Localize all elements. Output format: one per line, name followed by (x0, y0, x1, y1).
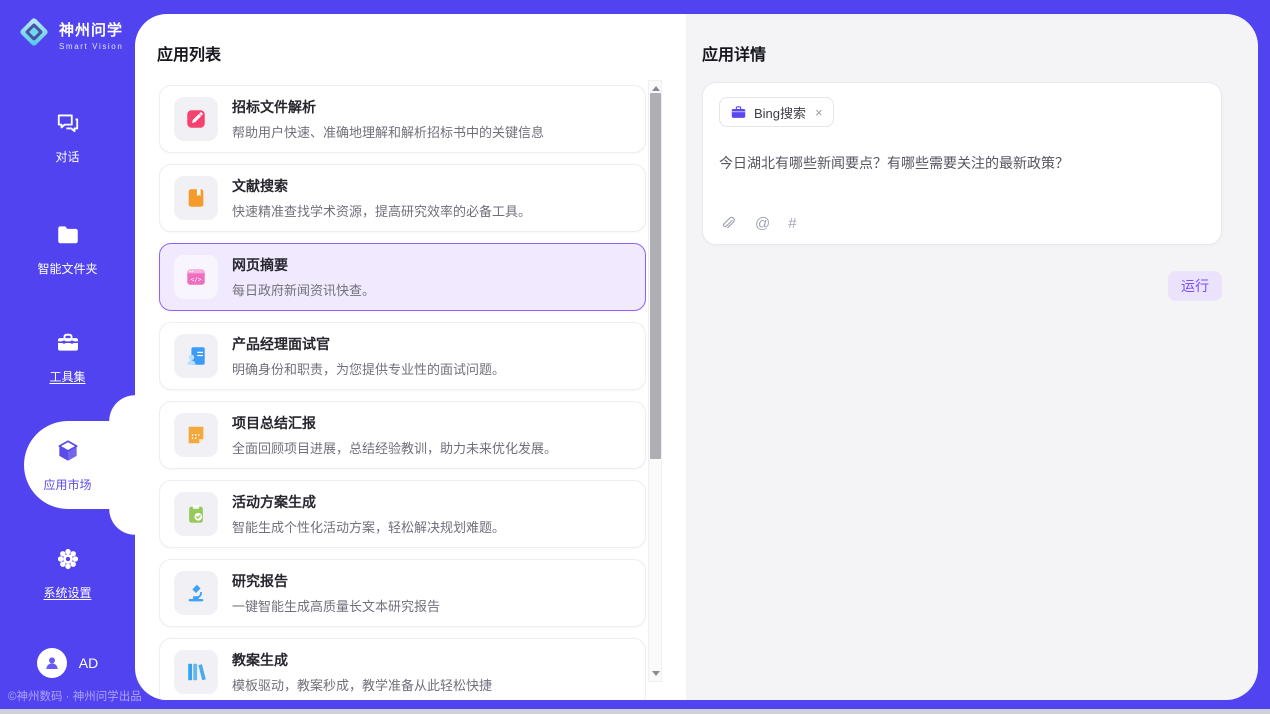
tool-tag-bing-search[interactable]: Bing搜索 × (719, 97, 834, 127)
app-name: 招标文件解析 (232, 97, 544, 117)
brand-diamond-icon (16, 14, 52, 55)
clipboard-check-icon (174, 492, 218, 536)
app-description: 帮助用户快速、准确地理解和解析招标书中的关键信息 (232, 122, 544, 141)
prompt-toolbar: @ # (719, 214, 797, 232)
sidebar-item-chat[interactable]: 对话 (0, 110, 135, 165)
app-name: 活动方案生成 (232, 492, 505, 512)
sidebar: 神州问学 Smart Vision 对话 智能文件夹 工具集 应用市场 (0, 0, 135, 709)
prompt-input[interactable]: 今日湖北有哪些新闻要点？有哪些需要关注的最新政策？ (719, 153, 1205, 173)
avatar (37, 648, 67, 678)
app-logo: 神州问学 Smart Vision (16, 14, 123, 55)
note-icon (174, 413, 218, 457)
bottom-edge (0, 709, 1270, 714)
app-description: 一键智能生成高质量长文本研究报告 (232, 596, 440, 615)
list-panel-title: 应用列表 (157, 41, 221, 65)
app-name: 文献搜索 (232, 176, 531, 196)
hash-icon[interactable]: # (788, 215, 796, 232)
copyright-text: ©神州数码 · 神州问学出品 (8, 688, 142, 704)
briefcase-icon (730, 104, 747, 121)
browser-icon: </> (174, 255, 218, 299)
books-icon (174, 650, 218, 694)
main-content: 应用列表 招标文件解析 帮助用户快速、准确地理解和解析招标书中的关键信息 文献搜… (135, 14, 1258, 700)
brand-subtitle: Smart Vision (59, 42, 123, 51)
interview-icon (174, 334, 218, 378)
tool-tag-label: Bing搜索 (754, 103, 806, 122)
svg-text:</>: </> (191, 276, 202, 283)
app-name: 项目总结汇报 (232, 413, 557, 433)
bubble-notch-top (109, 395, 135, 421)
sidebar-item-folders[interactable]: 智能文件夹 (0, 222, 135, 277)
sidebar-item-settings[interactable]: 系统设置 (0, 546, 135, 601)
app-description: 模板驱动，教案秒成，教学准备从此轻松快捷 (232, 675, 492, 694)
app-list-item[interactable]: 教案生成 模板驱动，教案秒成，教学准备从此轻松快捷 (159, 638, 646, 700)
list-scrollbar[interactable] (648, 80, 662, 682)
scrollbar-thumb[interactable] (650, 93, 661, 459)
app-list-panel: 应用列表 招标文件解析 帮助用户快速、准确地理解和解析招标书中的关键信息 文献搜… (135, 14, 686, 700)
close-icon[interactable]: × (815, 105, 823, 120)
prompt-card: Bing搜索 × 今日湖北有哪些新闻要点？有哪些需要关注的最新政策？ @ # (702, 82, 1222, 245)
chat-icon (55, 110, 81, 141)
user-initials: AD (79, 655, 98, 671)
mention-icon[interactable]: @ (755, 215, 770, 232)
app-list-item[interactable]: 文献搜索 快速精准查找学术资源，提高研究效率的必备工具。 (159, 164, 646, 232)
app-name: 网页摘要 (232, 255, 375, 275)
app-description: 全面回顾项目进展，总结经验教训，助力未来优化发展。 (232, 438, 557, 457)
detail-panel-title: 应用详情 (702, 41, 766, 65)
edit-doc-icon (174, 97, 218, 141)
folder-icon (55, 222, 81, 253)
app-list-item[interactable]: 活动方案生成 智能生成个性化活动方案，轻松解决规划难题。 (159, 480, 646, 548)
brand-name: 神州问学 (59, 19, 123, 40)
microscope-icon (174, 571, 218, 615)
run-button[interactable]: 运行 (1168, 271, 1222, 301)
scroll-up-icon[interactable] (652, 86, 660, 91)
app-name: 产品经理面试官 (232, 334, 505, 354)
book-icon (174, 176, 218, 220)
app-name: 研究报告 (232, 571, 440, 591)
app-list-item[interactable]: 研究报告 一键智能生成高质量长文本研究报告 (159, 559, 646, 627)
app-description: 智能生成个性化活动方案，轻松解决规划难题。 (232, 517, 505, 536)
sidebar-item-market[interactable]: 应用市场 (0, 438, 135, 493)
app-detail-panel: 应用详情 Bing搜索 × 今日湖北有哪些新闻要点？有哪些需要关注的最新政策？ (686, 14, 1258, 700)
app-description: 每日政府新闻资讯快查。 (232, 280, 375, 299)
user-profile[interactable]: AD (0, 648, 135, 678)
app-description: 快速精准查找学术资源，提高研究效率的必备工具。 (232, 201, 531, 220)
scroll-down-icon[interactable] (652, 671, 660, 676)
app-name: 教案生成 (232, 650, 492, 670)
person-icon (43, 654, 61, 672)
toolbox-icon (55, 330, 81, 361)
gear-icon (55, 546, 81, 577)
cube-icon (55, 438, 81, 469)
app-list: 招标文件解析 帮助用户快速、准确地理解和解析招标书中的关键信息 文献搜索 快速精… (159, 85, 646, 700)
app-description: 明确身份和职责，为您提供专业性的面试问题。 (232, 359, 505, 378)
app-list-item[interactable]: 项目总结汇报 全面回顾项目进展，总结经验教训，助力未来优化发展。 (159, 401, 646, 469)
bubble-notch-bottom (109, 509, 135, 535)
app-list-item[interactable]: 招标文件解析 帮助用户快速、准确地理解和解析招标书中的关键信息 (159, 85, 646, 153)
attachment-icon[interactable] (719, 214, 737, 232)
app-list-item[interactable]: 产品经理面试官 明确身份和职责，为您提供专业性的面试问题。 (159, 322, 646, 390)
sidebar-item-tools[interactable]: 工具集 (0, 330, 135, 385)
app-list-item[interactable]: </> 网页摘要 每日政府新闻资讯快查。 (159, 243, 646, 311)
